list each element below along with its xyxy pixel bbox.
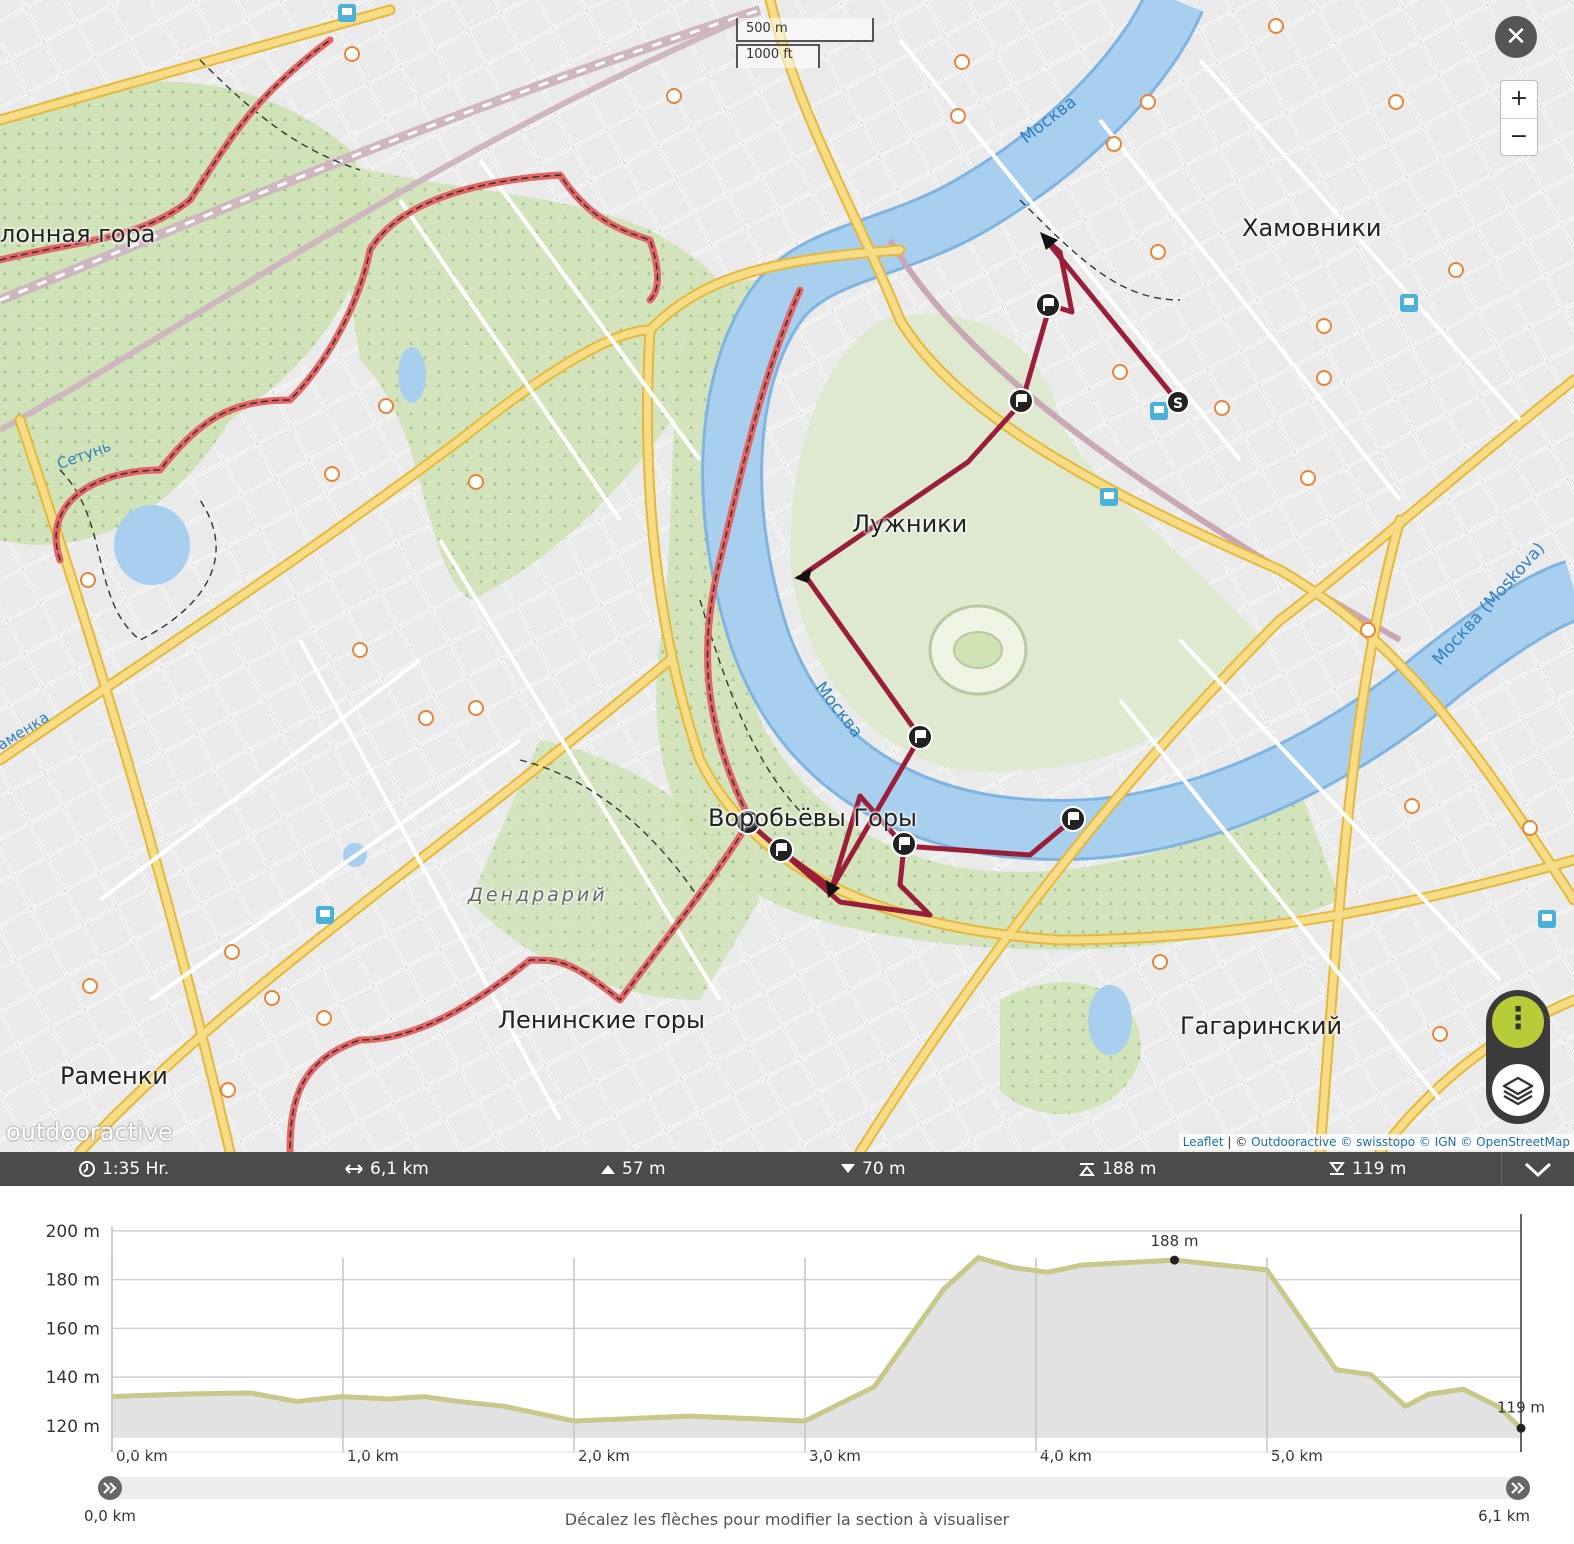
max-altitude-icon: [1079, 1163, 1095, 1176]
map-label-dendrariy: Дендрарий: [468, 884, 608, 906]
stat-ascent-value: 57 m: [622, 1159, 666, 1179]
chevron-down-icon: [1524, 1162, 1552, 1178]
zoom-control: + −: [1500, 80, 1538, 156]
stat-duration: 1:35 Hr.: [78, 1152, 169, 1186]
start-icon[interactable]: S: [1166, 390, 1190, 414]
waypoint-flag-icon[interactable]: [1035, 292, 1061, 318]
map-label-poklonnaya: лонная гора: [0, 220, 156, 248]
waypoint-flag-icon[interactable]: [891, 831, 917, 857]
waypoint-flag-icon[interactable]: [1008, 388, 1034, 414]
metro-icon: [1538, 910, 1556, 928]
stat-descent: 70 m: [840, 1152, 906, 1186]
data-label: 119 m: [1497, 1398, 1545, 1416]
more-icon: ⋮: [1503, 1001, 1533, 1036]
metro-icon: [1100, 488, 1118, 506]
map-scale: 500 m 1000 ft: [736, 18, 876, 68]
range-hint: Décalez les flèches pour modifier la sec…: [564, 1510, 1010, 1529]
stat-duration-value: 1:35 Hr.: [102, 1159, 170, 1179]
descent-icon: [841, 1164, 855, 1173]
stat-min-altitude: 119 m: [1328, 1152, 1406, 1186]
attribution-leaflet-link[interactable]: Leaflet: [1183, 1135, 1224, 1149]
data-point: [1516, 1423, 1526, 1433]
map-label-leninskie-gory: Ленинские горы: [498, 1006, 705, 1034]
stat-min-altitude-value: 119 m: [1352, 1159, 1407, 1179]
y-tick-label: 160 m: [46, 1319, 100, 1339]
y-tick-label: 120 m: [46, 1417, 100, 1437]
min-altitude-icon: [1329, 1162, 1345, 1175]
clock-icon: [79, 1161, 95, 1177]
stat-descent-value: 70 m: [862, 1159, 906, 1179]
attribution-rest[interactable]: © swisstopo © IGN © OpenStreetMap: [1337, 1135, 1570, 1149]
map-label-gagarinsky: Гагаринский: [1180, 1012, 1343, 1040]
stat-ascent: 57 m: [600, 1152, 666, 1186]
layers-icon: [1502, 1076, 1534, 1106]
layers-button[interactable]: [1492, 1064, 1544, 1116]
map-label-ramenki: Раменки: [60, 1062, 168, 1090]
elevation-area: [112, 1257, 1521, 1438]
metro-icon: [1150, 402, 1168, 420]
scale-metric: 500 m: [746, 21, 788, 36]
ascent-icon: [601, 1165, 615, 1174]
map-label-vorobyovy-gory: Воробьёвы Горы: [708, 804, 918, 832]
close-button[interactable]: ✕: [1495, 16, 1537, 58]
more-button[interactable]: ⋮: [1492, 996, 1544, 1048]
close-icon: ✕: [1505, 22, 1527, 52]
map-label-luzhniki: Лужники: [852, 510, 968, 538]
start-label: S: [1173, 396, 1183, 412]
range-slider-track[interactable]: [110, 1477, 1518, 1499]
stat-distance-value: 6,1 km: [370, 1159, 429, 1179]
waypoint-flag-icon[interactable]: [768, 837, 794, 863]
zoom-out-icon: −: [1509, 124, 1529, 149]
metro-icon: [1400, 294, 1418, 312]
map-attribution: Leaflet | © Outdooractive © swisstopo © …: [1178, 1134, 1574, 1150]
x-tick-label: 1,0 km: [347, 1447, 399, 1465]
y-tick-label: 180 m: [46, 1271, 100, 1291]
x-tick-label: 4,0 km: [1040, 1447, 1092, 1465]
elevation-chart[interactable]: 120 m 140 m 160 m 180 m 200 m 0,0 km 1,0 km 2,0…: [0, 1186, 1574, 1544]
y-tick-label: 200 m: [46, 1222, 100, 1242]
x-tick-label: 5,0 km: [1271, 1447, 1323, 1465]
x-tick-label: 0,0 km: [116, 1447, 168, 1465]
waypoint-flag-icon[interactable]: [1060, 806, 1086, 832]
x-tick-label: 3,0 km: [809, 1447, 861, 1465]
stats-bar: 1:35 Hr. 6,1 km 57 m 70 m 188 m 119 m: [0, 1152, 1574, 1186]
map-view[interactable]: S Хамовники Лужники Воробьёвы Горы Ленин…: [0, 0, 1574, 1152]
scale-imperial: 1000 ft: [746, 47, 793, 62]
data-point: [1170, 1255, 1180, 1265]
zoom-out-button[interactable]: −: [1501, 119, 1537, 156]
data-label: 188 m: [1151, 1232, 1199, 1250]
stat-max-altitude-value: 188 m: [1102, 1159, 1157, 1179]
zoom-in-icon: +: [1509, 86, 1529, 111]
brand-logo: outdooractive: [6, 1118, 173, 1146]
distance-icon: [345, 1164, 363, 1174]
elevation-profile[interactable]: 120 m 140 m 160 m 180 m 200 m 0,0 km 1,0 km 2,0…: [0, 1186, 1574, 1544]
map-label-khamovniki: Хамовники: [1242, 214, 1382, 242]
waypoint-flag-icon[interactable]: [907, 724, 933, 750]
stat-distance: 6,1 km: [344, 1152, 429, 1186]
collapse-button[interactable]: [1501, 1152, 1574, 1186]
x-tick-label: 2,0 km: [578, 1447, 630, 1465]
stat-max-altitude: 188 m: [1078, 1152, 1156, 1186]
metro-icon: [338, 4, 356, 22]
map-fab-group: ⋮: [1486, 990, 1550, 1124]
zoom-in-button[interactable]: +: [1501, 81, 1537, 119]
y-tick-label: 140 m: [46, 1368, 100, 1388]
map-tiles[interactable]: S: [0, 0, 1574, 1152]
attribution-sep: | ©: [1223, 1135, 1252, 1149]
metro-icon: [316, 906, 334, 924]
attribution-outdooractive-link[interactable]: Outdooractive: [1251, 1135, 1336, 1149]
